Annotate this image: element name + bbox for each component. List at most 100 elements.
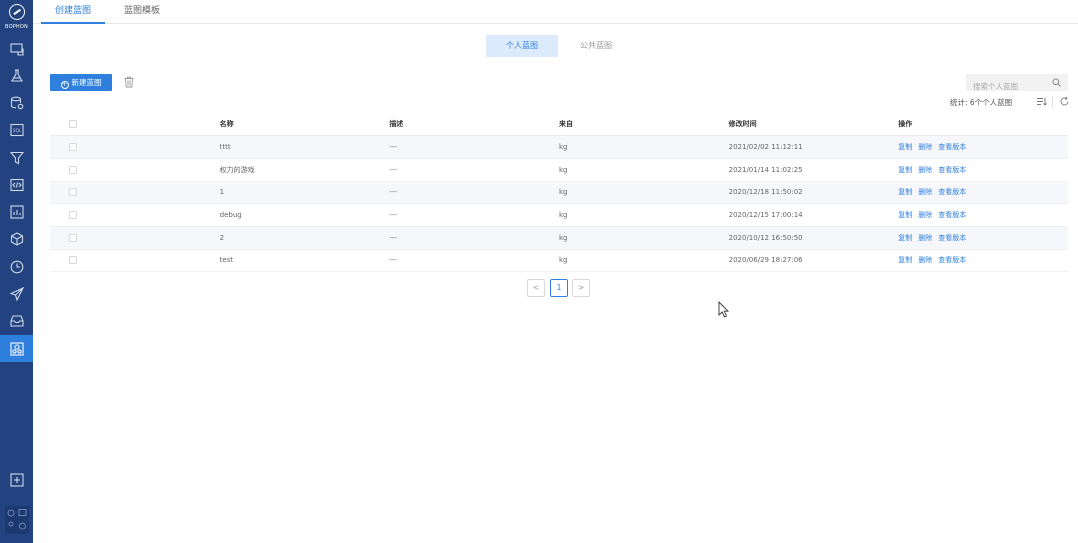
mouse-cursor-icon — [718, 301, 730, 318]
delete-link[interactable]: 删除 — [918, 234, 932, 242]
segment-personal-blueprints[interactable]: 个人蓝图 — [486, 35, 558, 57]
next-page-button[interactable]: > — [572, 279, 590, 297]
cell-description: --- — [389, 165, 397, 174]
cell-description: --- — [389, 143, 397, 152]
row-checkbox[interactable] — [69, 188, 77, 197]
row-checkbox[interactable] — [69, 143, 77, 152]
paper-plane-icon[interactable] — [0, 280, 33, 307]
table-row: debug --- kg 2020/12/15 17:00:14 复制 删除 查看版… — [50, 204, 1068, 227]
cell-name: test — [219, 256, 234, 265]
cell-source: kg — [558, 143, 568, 152]
plus-circle-icon: + — [60, 81, 69, 89]
cell-modified-time: 2021/01/14 11:02:25 — [728, 165, 803, 174]
cell-source: kg — [558, 233, 568, 242]
delete-link[interactable]: 删除 — [918, 143, 932, 151]
copy-link[interactable]: 复制 — [898, 256, 912, 264]
cell-source: kg — [558, 188, 568, 197]
copy-link[interactable]: 复制 — [898, 166, 912, 174]
cell-name: tttt — [219, 143, 231, 152]
row-checkbox[interactable] — [69, 256, 77, 265]
stats-text: 统计: 6个个人蓝图 — [950, 98, 1013, 107]
table-row: tttt --- kg 2021/02/02 11:12:11 复制 删除 查看版本 — [50, 135, 1068, 159]
row-checkbox[interactable] — [69, 165, 77, 174]
cell-name: 1 — [219, 188, 225, 197]
cell-name: 权力的游戏 — [219, 165, 255, 174]
sql-icon[interactable]: SQL — [0, 116, 33, 143]
header-source: 来自 — [558, 113, 729, 136]
toolbar-divider — [1052, 96, 1053, 107]
cell-modified-time: 2021/02/02 11:12:11 — [728, 143, 803, 152]
copy-link[interactable]: 复制 — [898, 211, 912, 219]
delete-link[interactable]: 删除 — [918, 211, 932, 219]
refresh-icon[interactable] — [1059, 96, 1070, 107]
table-row: 权力的游戏 --- kg 2021/01/14 11:02:25 复制 删除 查看版… — [50, 158, 1068, 182]
view-versions-link[interactable]: 查看版本 — [938, 234, 966, 242]
logo[interactable]: BOPHON — [0, 0, 33, 32]
row-checkbox[interactable] — [69, 211, 77, 220]
view-versions-link[interactable]: 查看版本 — [938, 211, 966, 219]
cell-source: kg — [558, 165, 568, 174]
view-versions-link[interactable]: 查看版本 — [938, 188, 966, 196]
logo-text: BOPHON — [5, 24, 28, 30]
lab-flask-icon[interactable] — [0, 62, 33, 89]
inbox-icon[interactable] — [0, 307, 33, 334]
search-input[interactable] — [966, 78, 1051, 95]
cell-modified-time: 2020/06/29 18:27:06 — [728, 256, 803, 265]
new-blueprint-label: 新建蓝图 — [71, 78, 102, 87]
page-button-current[interactable]: 1 — [550, 279, 568, 297]
add-box-icon[interactable] — [0, 466, 33, 493]
table-header-row: 名称 描述 来自 修改时间 操作 — [50, 113, 1068, 136]
view-versions-link[interactable]: 查看版本 — [938, 166, 966, 174]
logo-icon — [8, 4, 25, 20]
search-icon[interactable] — [1052, 78, 1061, 87]
device-icon[interactable] — [0, 35, 33, 62]
clock-icon[interactable] — [0, 253, 33, 280]
chart-box-icon[interactable] — [0, 198, 33, 225]
cell-source: kg — [558, 211, 568, 220]
cell-description: --- — [389, 233, 397, 242]
copy-link[interactable]: 复制 — [898, 188, 912, 196]
new-blueprint-button[interactable]: + 新建蓝图 — [50, 74, 112, 91]
tab-blueprint-templates[interactable]: 蓝图模板 — [117, 0, 167, 24]
delete-link[interactable]: 删除 — [918, 188, 932, 196]
row-checkbox[interactable] — [69, 233, 77, 242]
copy-link[interactable]: 复制 — [898, 234, 912, 242]
view-versions-link[interactable]: 查看版本 — [938, 143, 966, 151]
trash-icon[interactable] — [123, 76, 135, 88]
cell-description: --- — [389, 211, 397, 220]
cube-icon[interactable] — [0, 225, 33, 252]
cell-modified-time: 2020/12/15 17:00:14 — [728, 211, 803, 220]
header-description: 描述 — [389, 113, 559, 136]
delete-link[interactable]: 删除 — [918, 256, 932, 264]
cell-modified-time: 2020/12/18 11:50:02 — [728, 188, 803, 197]
blueprint-table: 名称 描述 来自 修改时间 操作 tttt --- kg 2021/02/02 … — [50, 113, 1068, 272]
select-all-checkbox[interactable] — [69, 120, 77, 129]
top-tab-bar: 创建蓝图 蓝图模板 — [33, 0, 1078, 24]
svg-text:SQL: SQL — [13, 128, 22, 133]
table-row: 1 --- kg 2020/12/18 11:50:02 复制 删除 查看版本 — [50, 181, 1068, 204]
funnel-icon[interactable] — [0, 144, 33, 171]
cell-source: kg — [558, 256, 568, 265]
search-box[interactable] — [966, 74, 1068, 95]
segment-public-blueprints[interactable]: 公共蓝图 — [560, 35, 632, 57]
cell-name: debug — [219, 211, 242, 220]
footer-icons[interactable] — [5, 506, 29, 534]
cell-modified-time: 2020/10/12 16:50:50 — [728, 233, 803, 242]
sort-icon[interactable] — [1036, 96, 1047, 107]
tab-create-blueprint[interactable]: 创建蓝图 — [41, 0, 105, 24]
cell-description: --- — [389, 188, 397, 197]
header-actions: 操作 — [898, 113, 1068, 136]
copy-link[interactable]: 复制 — [898, 143, 912, 151]
database-icon[interactable] — [0, 89, 33, 116]
header-name: 名称 — [219, 113, 390, 136]
table-row: 2 --- kg 2020/10/12 16:50:50 复制 删除 查看版本 — [50, 226, 1068, 250]
header-modified-time: 修改时间 — [728, 113, 899, 136]
table-row: test --- kg 2020/06/29 18:27:06 复制 删除 查看版本 — [50, 249, 1068, 272]
delete-link[interactable]: 删除 — [918, 166, 932, 174]
cell-description: --- — [389, 256, 397, 265]
blueprint-icon[interactable] — [0, 335, 33, 362]
view-versions-link[interactable]: 查看版本 — [938, 256, 966, 264]
prev-page-button[interactable]: < — [527, 279, 545, 297]
code-icon[interactable] — [0, 171, 33, 198]
sidebar: BOPHON SQL — [0, 0, 33, 543]
